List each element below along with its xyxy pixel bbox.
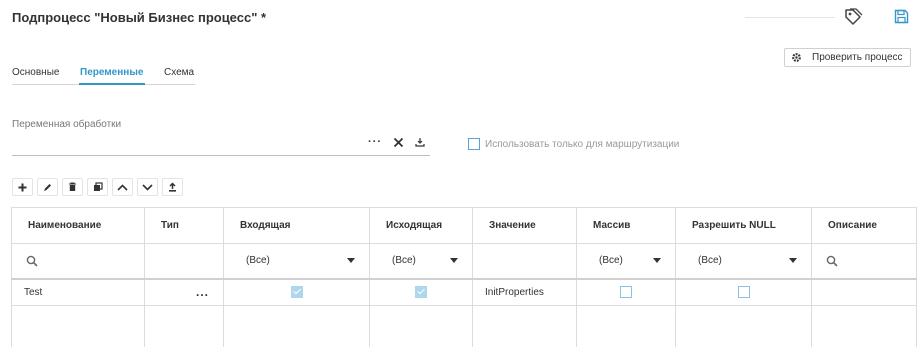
dropdown-arrow-icon (653, 258, 661, 264)
empty-cell (369, 305, 473, 347)
column-header-incoming[interactable]: Входящая (223, 207, 370, 244)
filter-name[interactable] (11, 243, 145, 280)
filter-allow-null-value: (Все) (698, 255, 722, 267)
check-process-button[interactable]: Проверить процесс (784, 48, 911, 67)
close-icon (393, 137, 403, 147)
cell-name[interactable]: Test (11, 278, 145, 306)
tab-variables[interactable]: Переменные (80, 67, 143, 78)
tab-schema[interactable]: Схема (164, 67, 194, 78)
outgoing-checkbox[interactable] (415, 286, 427, 299)
save-icon[interactable] (894, 9, 909, 24)
filter-value (472, 243, 577, 280)
column-header-outgoing[interactable]: Исходящая (369, 207, 473, 244)
add-button[interactable] (12, 178, 33, 196)
allow-null-checkbox[interactable] (737, 286, 750, 299)
gear-icon (792, 53, 801, 62)
filter-outgoing[interactable]: (Все) (369, 243, 473, 280)
chevron-up-icon (117, 183, 128, 191)
more-button[interactable]: ··· (366, 133, 384, 151)
filter-incoming-select[interactable]: (Все) (224, 255, 369, 266)
tag-icon[interactable] (843, 7, 863, 27)
cell-incoming[interactable] (223, 278, 370, 306)
filter-array-value: (Все) (599, 255, 623, 267)
filter-allow-null[interactable]: (Все) (675, 243, 812, 280)
filter-description[interactable] (811, 243, 917, 280)
processing-variable-label: Переменная обработки (12, 119, 122, 130)
edit-icon (44, 183, 51, 191)
empty-cell (144, 305, 224, 347)
search-icon (826, 255, 838, 267)
empty-cell (11, 305, 145, 347)
tab-bar: Основные Переменные Схема (12, 67, 195, 85)
routing-only-box[interactable] (468, 138, 480, 150)
column-header-array[interactable]: Массив (576, 207, 676, 244)
copy-button[interactable] (87, 178, 108, 196)
dropdown-arrow-icon (789, 258, 797, 264)
routing-only-checkbox[interactable]: Использовать только для маршрутизации (468, 138, 679, 150)
cell-description[interactable] (811, 278, 917, 306)
routing-only-label: Использовать только для маршрутизации (485, 138, 680, 150)
array-checkbox[interactable] (620, 286, 632, 299)
dropdown-arrow-icon (450, 258, 458, 264)
empty-cell (675, 305, 812, 347)
delete-button[interactable] (62, 178, 83, 196)
check-process-label: Проверить процесс (812, 52, 903, 63)
chevron-down-icon (142, 183, 153, 191)
delete-icon (69, 182, 76, 191)
clear-button[interactable] (389, 133, 407, 151)
empty-cell (472, 305, 577, 347)
grid-toolbar (12, 178, 187, 196)
column-header-allow-null[interactable]: Разрешить NULL (675, 207, 812, 244)
empty-cell (223, 305, 370, 347)
edit-button[interactable] (37, 178, 58, 196)
column-header-type[interactable]: Тип (144, 207, 224, 244)
empty-row (11, 305, 917, 347)
page-title: Подпроцесс "Новый Бизнес процесс" * (12, 10, 267, 25)
column-header-name[interactable]: Наименование (11, 207, 145, 244)
cell-outgoing[interactable] (369, 278, 473, 306)
empty-cell (811, 305, 917, 347)
copy-icon (93, 182, 103, 191)
table-row[interactable]: Test ... InitProperties (11, 278, 917, 306)
active-tab-indicator (79, 83, 145, 85)
filter-outgoing-value: (Все) (392, 255, 416, 267)
filter-array[interactable]: (Все) (576, 243, 676, 280)
type-picker-button[interactable]: ... (144, 278, 224, 306)
cell-value[interactable]: InitProperties (472, 278, 577, 306)
download-button[interactable] (411, 133, 429, 151)
dropdown-arrow-icon (347, 258, 355, 264)
search-icon (26, 255, 38, 267)
cell-allow-null[interactable] (675, 278, 812, 306)
processing-variable-input[interactable] (12, 155, 430, 156)
column-header-value[interactable]: Значение (472, 207, 577, 244)
move-up-button[interactable] (112, 178, 133, 196)
upload-icon (169, 182, 176, 192)
upload-button[interactable] (162, 178, 183, 196)
variables-grid: Наименование Тип Входящая Исходящая Знач… (11, 207, 917, 347)
empty-cell (576, 305, 676, 347)
add-icon (18, 183, 27, 191)
filter-incoming[interactable]: (Все) (223, 243, 370, 280)
header-divider (745, 17, 835, 18)
column-header-description[interactable]: Описание (811, 207, 917, 244)
filter-incoming-value: (Все) (246, 255, 270, 267)
filter-type (144, 243, 224, 280)
tab-main[interactable]: Основные (12, 67, 59, 78)
download-icon (415, 138, 425, 147)
filter-array-select[interactable]: (Все) (577, 255, 675, 266)
filter-allow-null-select[interactable]: (Все) (676, 255, 811, 266)
filter-outgoing-select[interactable]: (Все) (370, 255, 472, 266)
incoming-checkbox[interactable] (290, 286, 303, 299)
move-down-button[interactable] (137, 178, 158, 196)
cell-array[interactable] (576, 278, 676, 306)
